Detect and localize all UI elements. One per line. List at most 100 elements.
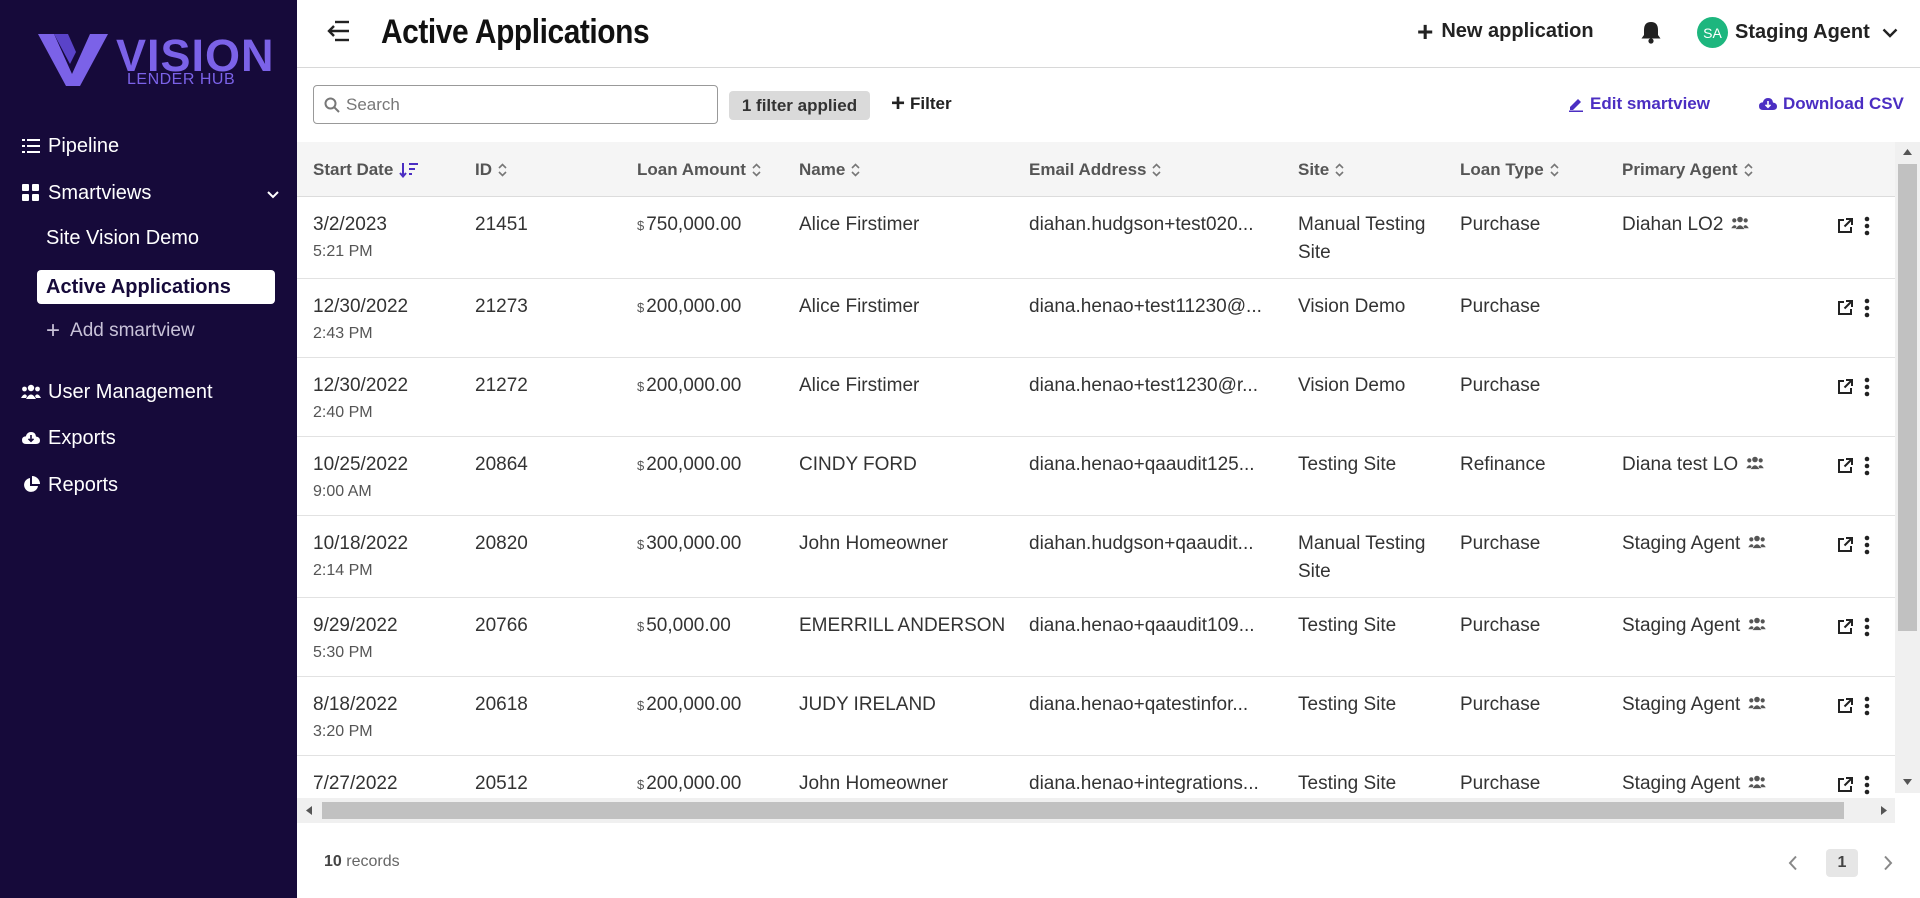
sidebar-item-pipeline[interactable]: Pipeline bbox=[0, 126, 297, 166]
column-header-primary-agent[interactable]: Primary Agent bbox=[1622, 160, 1753, 180]
sidebar-item-exports[interactable]: Exports bbox=[0, 418, 297, 458]
loan-type-cell: Purchase bbox=[1460, 694, 1541, 715]
current-page-button[interactable]: 1 bbox=[1826, 849, 1858, 877]
more-options-icon[interactable] bbox=[1864, 617, 1870, 642]
name-cell: Alice Firstimer bbox=[799, 375, 920, 396]
table-row[interactable]: 10/18/2022 2:14 PM 20820 $300,000.00 John Ho… bbox=[297, 516, 1895, 598]
open-external-icon[interactable] bbox=[1836, 697, 1854, 720]
plus-icon: + bbox=[46, 317, 61, 344]
more-options-icon[interactable] bbox=[1864, 775, 1870, 800]
sidebar-item-label: Active Applications bbox=[46, 275, 231, 298]
sidebar-item-active-applications[interactable]: Active Applications bbox=[37, 270, 275, 304]
column-header-start-date[interactable]: Start Date bbox=[313, 160, 419, 180]
add-smartview-label: Add smartview bbox=[70, 320, 195, 341]
table-row[interactable]: 3/2/2023 5:21 PM 21451 $750,000.00 Alice Fir… bbox=[297, 197, 1895, 279]
table-row[interactable]: 12/30/2022 2:43 PM 21273 $200,000.00 Alice F… bbox=[297, 279, 1895, 358]
open-external-icon[interactable] bbox=[1836, 299, 1854, 322]
previous-page-icon[interactable] bbox=[1788, 855, 1798, 876]
column-label: Name bbox=[799, 160, 846, 179]
column-header-name[interactable]: Name bbox=[799, 160, 860, 180]
column-header-id[interactable]: ID bbox=[475, 160, 507, 180]
open-external-icon[interactable] bbox=[1836, 217, 1854, 240]
loan-amount-cell: $200,000.00 bbox=[637, 691, 741, 720]
new-application-button[interactable]: + New application bbox=[1417, 17, 1594, 45]
sort-icon bbox=[1744, 163, 1753, 177]
sidebar-item-user-management[interactable]: User Management bbox=[0, 372, 297, 412]
start-date-cell: 12/30/2022 2:40 PM bbox=[313, 372, 408, 426]
vision-logo[interactable]: VISION LENDER HUB bbox=[38, 30, 274, 90]
id-cell: 20512 bbox=[475, 773, 528, 794]
add-smartview-button[interactable]: + Add smartview bbox=[46, 317, 195, 344]
email-cell: diana.henao+test1230@r... bbox=[1029, 375, 1258, 396]
table-row[interactable]: 9/29/2022 5:30 PM 20766 $50,000.00 EMERRILL … bbox=[297, 598, 1895, 677]
sidebar-item-site-vision-demo[interactable]: Site Vision Demo bbox=[46, 227, 199, 250]
more-options-icon[interactable] bbox=[1864, 377, 1870, 402]
chevron-down-icon[interactable] bbox=[1882, 25, 1898, 43]
vertical-scroll-thumb[interactable] bbox=[1898, 164, 1917, 631]
more-options-icon[interactable] bbox=[1864, 696, 1870, 721]
open-external-icon[interactable] bbox=[1836, 457, 1854, 480]
column-header-loan-type[interactable]: Loan Type bbox=[1460, 160, 1559, 180]
scroll-up-arrow-icon[interactable] bbox=[1895, 145, 1920, 161]
collapse-sidebar-icon[interactable] bbox=[327, 20, 351, 47]
id-cell: 21273 bbox=[475, 296, 528, 317]
open-external-icon[interactable] bbox=[1836, 618, 1854, 641]
name-cell: JUDY IRELAND bbox=[799, 694, 936, 715]
edit-smartview-button[interactable]: Edit smartview bbox=[1568, 94, 1710, 114]
search-field[interactable] bbox=[313, 85, 718, 124]
start-date: 12/30/2022 bbox=[313, 296, 409, 317]
vertical-scrollbar[interactable] bbox=[1895, 142, 1920, 793]
team-icon bbox=[1731, 211, 1750, 239]
primary-agent: Staging Agent bbox=[1622, 615, 1741, 637]
column-label: Loan Type bbox=[1460, 160, 1544, 179]
more-options-icon[interactable] bbox=[1864, 216, 1870, 241]
horizontal-scroll-thumb[interactable] bbox=[322, 802, 1844, 819]
name-cell: EMERRILL ANDERSON bbox=[799, 615, 1006, 636]
start-time: 2:14 PM bbox=[313, 562, 373, 579]
more-options-icon[interactable] bbox=[1864, 298, 1870, 323]
table-row[interactable]: 8/18/2022 3:20 PM 20618 $200,000.00 JUDY IRE… bbox=[297, 677, 1895, 756]
currency-symbol: $ bbox=[637, 300, 645, 315]
search-input[interactable] bbox=[346, 94, 706, 115]
download-csv-button[interactable]: Download CSV bbox=[1759, 94, 1904, 114]
email-cell: diahan.hudgson+test020... bbox=[1029, 214, 1254, 235]
primary-agent: Staging Agent bbox=[1622, 533, 1741, 555]
column-header-loan-amount[interactable]: Loan Amount bbox=[637, 160, 761, 180]
open-external-icon[interactable] bbox=[1836, 536, 1854, 559]
sidebar-item-smartviews[interactable]: Smartviews bbox=[0, 173, 297, 213]
sort-icon bbox=[1335, 163, 1344, 177]
new-application-label: New application bbox=[1441, 20, 1594, 42]
scroll-right-arrow-icon[interactable] bbox=[1875, 798, 1891, 823]
more-options-icon[interactable] bbox=[1864, 535, 1870, 560]
start-date-cell: 10/25/2022 9:00 AM bbox=[313, 451, 408, 505]
chevron-down-icon[interactable] bbox=[267, 182, 279, 205]
email-cell: diana.henao+integrations... bbox=[1029, 773, 1259, 794]
column-header-email[interactable]: Email Address bbox=[1029, 160, 1162, 180]
cloud-download-icon bbox=[1759, 98, 1777, 110]
table-row[interactable]: 10/25/2022 9:00 AM 20864 $200,000.00 CINDY F… bbox=[297, 437, 1895, 516]
filter-applied-badge[interactable]: 1 filter applied bbox=[729, 91, 870, 120]
team-icon bbox=[1746, 451, 1764, 479]
table-row[interactable]: 12/30/2022 2:40 PM 21272 $200,000.00 Alice F… bbox=[297, 358, 1895, 437]
pie-chart-icon bbox=[20, 476, 42, 494]
site-cell: Manual Testing Site bbox=[1298, 211, 1425, 267]
more-options-icon[interactable] bbox=[1864, 456, 1870, 481]
scroll-down-arrow-icon[interactable] bbox=[1895, 774, 1920, 790]
records-count-value: 10 bbox=[324, 853, 342, 870]
horizontal-scrollbar[interactable] bbox=[297, 798, 1895, 823]
scroll-left-arrow-icon[interactable] bbox=[302, 798, 318, 823]
id-cell: 21272 bbox=[475, 375, 528, 396]
sidebar-item-reports[interactable]: Reports bbox=[0, 465, 297, 505]
open-external-icon[interactable] bbox=[1836, 776, 1854, 799]
column-label: Email Address bbox=[1029, 160, 1147, 179]
avatar[interactable]: SA bbox=[1697, 17, 1728, 48]
start-time: 2:43 PM bbox=[313, 325, 373, 342]
primary-agent-cell: Diahan LO2 bbox=[1622, 211, 1750, 239]
user-name[interactable]: Staging Agent bbox=[1735, 21, 1870, 44]
next-page-icon[interactable] bbox=[1883, 855, 1893, 876]
email-cell: diana.henao+qaaudit125... bbox=[1029, 454, 1255, 475]
column-header-site[interactable]: Site bbox=[1298, 160, 1344, 180]
filter-button[interactable]: + Filter bbox=[891, 92, 952, 116]
bell-icon[interactable] bbox=[1640, 20, 1662, 49]
open-external-icon[interactable] bbox=[1836, 378, 1854, 401]
